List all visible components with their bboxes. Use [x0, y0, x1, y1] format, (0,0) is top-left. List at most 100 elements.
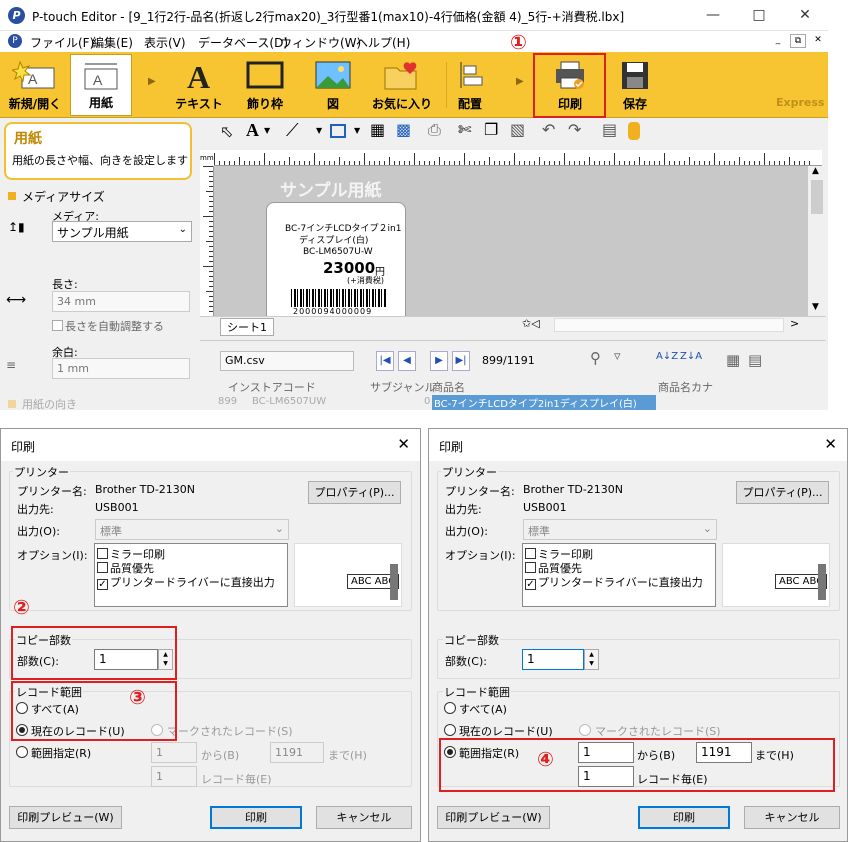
- select-tool-icon[interactable]: ⬁: [220, 122, 233, 141]
- column-header-1[interactable]: インストアコード: [228, 379, 316, 395]
- ruler-tick: [209, 176, 213, 177]
- dialog-close-icon-2[interactable]: ✕: [824, 435, 837, 453]
- every-input[interactable]: 1: [151, 766, 197, 787]
- column-header-2[interactable]: サブジャンル: [370, 379, 435, 395]
- cancel-button[interactable]: キャンセル: [316, 806, 412, 829]
- mdi-close-button[interactable]: ✕: [810, 34, 826, 48]
- form-view-icon[interactable]: ▤: [748, 351, 762, 369]
- output-select-2[interactable]: 標準 ⌄: [523, 519, 717, 540]
- paper-button[interactable]: A 用紙: [70, 54, 132, 116]
- direct-checkbox[interactable]: ✓: [97, 579, 108, 590]
- menu-view[interactable]: 表示(V): [144, 34, 186, 51]
- option-direct[interactable]: ✓ プリンタードライバーに直接出力: [97, 574, 275, 590]
- from-input[interactable]: 1: [151, 742, 197, 763]
- current-radio-2[interactable]: [444, 724, 456, 736]
- redo-icon[interactable]: ↷: [568, 120, 581, 139]
- save-button[interactable]: 保存: [604, 54, 666, 116]
- favorites-button[interactable]: お気に入り: [368, 54, 436, 116]
- layout-button[interactable]: 配置: [446, 54, 494, 116]
- menu-edit[interactable]: 編集(E): [92, 34, 133, 51]
- copy-icon[interactable]: ❐: [484, 120, 498, 139]
- scroll-thumb[interactable]: [811, 180, 823, 214]
- minimize-button[interactable]: —: [690, 0, 736, 31]
- quality-checkbox[interactable]: [97, 562, 108, 573]
- mdi-restore-button[interactable]: ⧉: [790, 34, 806, 48]
- prev-record-button[interactable]: ◀: [398, 351, 416, 371]
- scroll-up-icon[interactable]: ▲: [812, 166, 819, 176]
- cut-icon[interactable]: ✄: [458, 120, 471, 139]
- scroll-down-icon[interactable]: ▼: [812, 302, 819, 312]
- margin-input[interactable]: 1 mm: [52, 358, 190, 379]
- canvas-scrollbar[interactable]: ▲ ▼: [808, 166, 826, 316]
- menu-database[interactable]: データベース(D): [198, 34, 288, 51]
- print-preview-button-2[interactable]: 印刷プレビュー(W): [437, 806, 550, 829]
- output-select[interactable]: 標準 ⌄: [95, 519, 289, 540]
- barcode-tool-icon[interactable]: ▩: [396, 120, 411, 139]
- print-preview-button[interactable]: 印刷プレビュー(W): [9, 806, 122, 829]
- line-tool-icon[interactable]: ⟋: [286, 120, 299, 141]
- database-icon[interactable]: [628, 122, 640, 140]
- range-radio[interactable]: [16, 746, 28, 758]
- to-input[interactable]: 1191: [270, 742, 324, 763]
- align-icon[interactable]: ▤: [602, 120, 617, 139]
- print-ok-button[interactable]: 印刷: [210, 806, 302, 829]
- scroll-right-icon[interactable]: >: [790, 317, 799, 330]
- express-mode-label[interactable]: Express: [776, 96, 824, 109]
- ruler-tick: [203, 166, 213, 167]
- menu-window[interactable]: ウィンドウ(W): [280, 34, 361, 51]
- print-preview-tool-icon[interactable]: ⎙: [428, 120, 441, 140]
- mirror-checkbox-2[interactable]: [525, 548, 536, 559]
- text-tool-icon[interactable]: A: [246, 120, 259, 141]
- table-tool-icon[interactable]: ▦: [370, 120, 385, 139]
- cancel-button-2[interactable]: キャンセル: [744, 806, 840, 829]
- grid-view-icon[interactable]: ▦: [726, 351, 740, 369]
- table-row[interactable]: 899 BC-LM6507UW 0 BC-7インチLCDタイプ2in1ディスプレ…: [200, 395, 826, 410]
- filter-icon[interactable]: ▿: [614, 349, 621, 364]
- label-preview[interactable]: BC-7インチLCDタイプ２in1 ディスプレイ(白) BC-LM6507U-W…: [266, 202, 406, 322]
- next-record-button[interactable]: ▶: [430, 351, 448, 371]
- all-radio-2[interactable]: [444, 702, 456, 714]
- first-record-button[interactable]: |◀: [376, 351, 394, 371]
- rectangle-tool-dropdown-icon[interactable]: ▼: [354, 126, 360, 135]
- search-icon[interactable]: ⚲: [590, 349, 601, 367]
- menu-help[interactable]: ヘルプ(H): [356, 34, 410, 51]
- horizontal-scrollbar[interactable]: [554, 318, 784, 332]
- length-input[interactable]: 34 mm: [52, 291, 190, 312]
- add-sheet-icon[interactable]: ✩◁: [522, 317, 540, 330]
- line-tool-dropdown-icon[interactable]: ▼: [316, 126, 322, 135]
- mdi-minimize-button[interactable]: _: [770, 34, 786, 48]
- undo-icon[interactable]: ↶: [542, 120, 555, 139]
- image-button[interactable]: 図: [302, 54, 364, 116]
- quality-checkbox-2[interactable]: [525, 562, 536, 573]
- option-direct-2[interactable]: ✓ プリンタードライバーに直接出力: [525, 574, 703, 590]
- sheet-tab[interactable]: シート1: [220, 318, 274, 336]
- rectangle-tool-icon[interactable]: [330, 124, 346, 138]
- menu-file[interactable]: ファイル(F): [30, 34, 94, 51]
- last-record-button[interactable]: ▶|: [452, 351, 470, 371]
- copies-spinner-2[interactable]: ▲ ▼: [584, 649, 599, 670]
- copies-input-2[interactable]: 1: [522, 649, 584, 670]
- sort-ascending-icon[interactable]: A↓Z: [656, 351, 678, 362]
- media-select[interactable]: サンプル用紙 ⌄: [52, 221, 192, 242]
- column-header-3[interactable]: 商品名: [432, 379, 465, 395]
- paste-icon[interactable]: ▧: [510, 120, 525, 139]
- ruler-tick: [704, 161, 705, 165]
- text-tool-dropdown-icon[interactable]: ▼: [264, 126, 270, 135]
- mirror-checkbox[interactable]: [97, 548, 108, 559]
- properties-button-2[interactable]: プロパティ(P)...: [736, 481, 829, 504]
- close-button[interactable]: ✕: [782, 0, 828, 31]
- properties-button[interactable]: プロパティ(P)...: [308, 481, 401, 504]
- auto-length-checkbox[interactable]: 長さを自動調整する: [52, 318, 164, 334]
- column-header-4[interactable]: 商品名カナ: [658, 379, 713, 395]
- app-menu-icon[interactable]: P: [8, 34, 22, 48]
- sort-descending-icon[interactable]: Z↓A: [680, 351, 702, 362]
- text-button[interactable]: A テキスト: [168, 54, 230, 116]
- direct-checkbox-2[interactable]: ✓: [525, 579, 536, 590]
- frame-button[interactable]: 飾り枠: [234, 54, 296, 116]
- new-open-button[interactable]: A 新規/開く: [2, 54, 68, 116]
- print-ok-button-2[interactable]: 印刷: [638, 806, 730, 829]
- ruler-tick: [794, 161, 795, 165]
- maximize-button[interactable]: □: [736, 0, 782, 31]
- dialog-close-icon[interactable]: ✕: [397, 435, 410, 453]
- marked-radio-2[interactable]: [579, 724, 591, 736]
